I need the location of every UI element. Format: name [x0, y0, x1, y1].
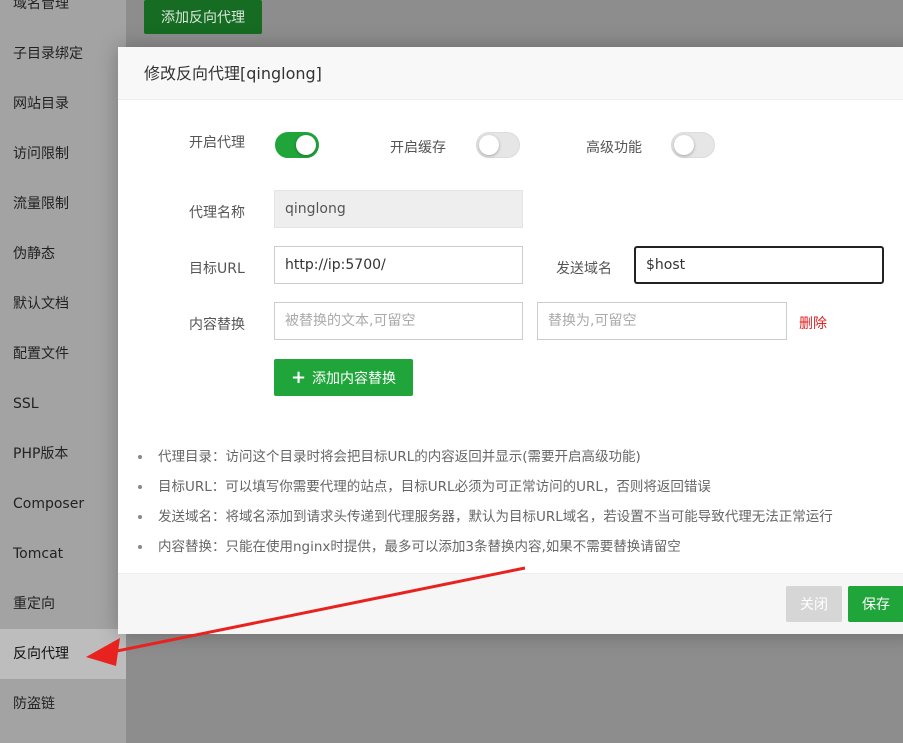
plus-icon: + — [290, 366, 307, 388]
enable-cache-toggle[interactable] — [476, 132, 520, 158]
toggle-knob — [674, 135, 694, 155]
bullet-icon — [138, 485, 142, 489]
toggle-knob — [479, 135, 499, 155]
enable-cache-label: 开启缓存 — [390, 140, 446, 156]
add-reverse-proxy-button[interactable]: 添加反向代理 — [144, 0, 262, 34]
tip-text: 内容替换：只能在使用nginx时提供，最多可以添加3条替换内容,如果不需要替换请… — [158, 539, 681, 555]
sidebar-item-ssl[interactable]: SSL — [0, 379, 126, 429]
enable-proxy-label: 开启代理 — [189, 135, 245, 151]
sidebar-item-hotlink[interactable]: 防盗链 — [0, 679, 126, 729]
target-url-input[interactable]: http://ip:5700/ — [274, 246, 523, 284]
sidebar: 域名管理 子目录绑定 网站目录 访问限制 流量限制 伪静态 默认文档 配置文件 … — [0, 0, 126, 743]
sidebar-item-php-version[interactable]: PHP版本 — [0, 429, 126, 479]
tips-list: 代理目录：访问这个目录时将会把目标URL的内容返回并显示(需要开启高级功能) 目… — [136, 442, 833, 562]
edit-reverse-proxy-dialog: 修改反向代理[qinglong] 开启代理 开启缓存 高级功能 代理名称 qin… — [118, 47, 903, 634]
proxy-name-field: qinglong — [274, 190, 523, 228]
sidebar-item-tomcat[interactable]: Tomcat — [0, 529, 126, 579]
sidebar-item-traffic-limit[interactable]: 流量限制 — [0, 179, 126, 229]
tip-text: 发送域名：将域名添加到请求头传递到代理服务器，默认为目标URL域名，若设置不当可… — [158, 509, 833, 525]
sidebar-item-config-file[interactable]: 配置文件 — [0, 329, 126, 379]
content-replace-label: 内容替换 — [189, 317, 245, 333]
send-domain-label: 发送域名 — [556, 261, 612, 277]
tip-text: 目标URL：可以填写你需要代理的站点，目标URL必须为可正常访问的URL，否则将… — [158, 479, 711, 495]
sidebar-item-rewrite[interactable]: 伪静态 — [0, 229, 126, 279]
delete-replace-link[interactable]: 删除 — [799, 313, 827, 333]
sidebar-item-default-doc[interactable]: 默认文档 — [0, 279, 126, 329]
sidebar-item-composer[interactable]: Composer — [0, 479, 126, 529]
replace-to-input[interactable]: 替换为,可留空 — [537, 302, 787, 340]
save-button[interactable]: 保存 — [848, 586, 903, 622]
list-item: 代理目录：访问这个目录时将会把目标URL的内容返回并显示(需要开启高级功能) — [136, 442, 833, 472]
sidebar-item-subdir[interactable]: 子目录绑定 — [0, 29, 126, 79]
add-content-replace-button[interactable]: + 添加内容替换 — [274, 359, 413, 396]
sidebar-item-site-dir[interactable]: 网站目录 — [0, 79, 126, 129]
list-item: 发送域名：将域名添加到请求头传递到代理服务器，默认为目标URL域名，若设置不当可… — [136, 502, 833, 532]
advanced-toggle[interactable] — [671, 132, 715, 158]
tip-text: 代理目录：访问这个目录时将会把目标URL的内容返回并显示(需要开启高级功能) — [158, 449, 641, 465]
sidebar-item-access-limit[interactable]: 访问限制 — [0, 129, 126, 179]
sidebar-item-domain[interactable]: 域名管理 — [0, 0, 126, 29]
bullet-icon — [138, 545, 142, 549]
dialog-footer: 关闭 保存 — [118, 573, 903, 634]
sidebar-item-redirect[interactable]: 重定向 — [0, 579, 126, 629]
toggle-knob — [296, 135, 316, 155]
send-domain-input[interactable]: $host — [634, 246, 884, 284]
list-item: 目标URL：可以填写你需要代理的站点，目标URL必须为可正常访问的URL，否则将… — [136, 472, 833, 502]
replace-from-input[interactable]: 被替换的文本,可留空 — [274, 302, 523, 340]
add-content-replace-label: 添加内容替换 — [312, 370, 397, 387]
list-item: 内容替换：只能在使用nginx时提供，最多可以添加3条替换内容,如果不需要替换请… — [136, 532, 833, 562]
bullet-icon — [138, 455, 142, 459]
enable-proxy-toggle[interactable] — [275, 132, 319, 158]
sidebar-item-reverse-proxy[interactable]: 反向代理 — [0, 629, 126, 679]
dialog-title: 修改反向代理[qinglong] — [118, 47, 903, 100]
proxy-name-label: 代理名称 — [189, 205, 245, 221]
target-url-label: 目标URL — [189, 261, 245, 277]
close-button[interactable]: 关闭 — [786, 586, 842, 622]
bullet-icon — [138, 515, 142, 519]
advanced-label: 高级功能 — [586, 140, 642, 156]
